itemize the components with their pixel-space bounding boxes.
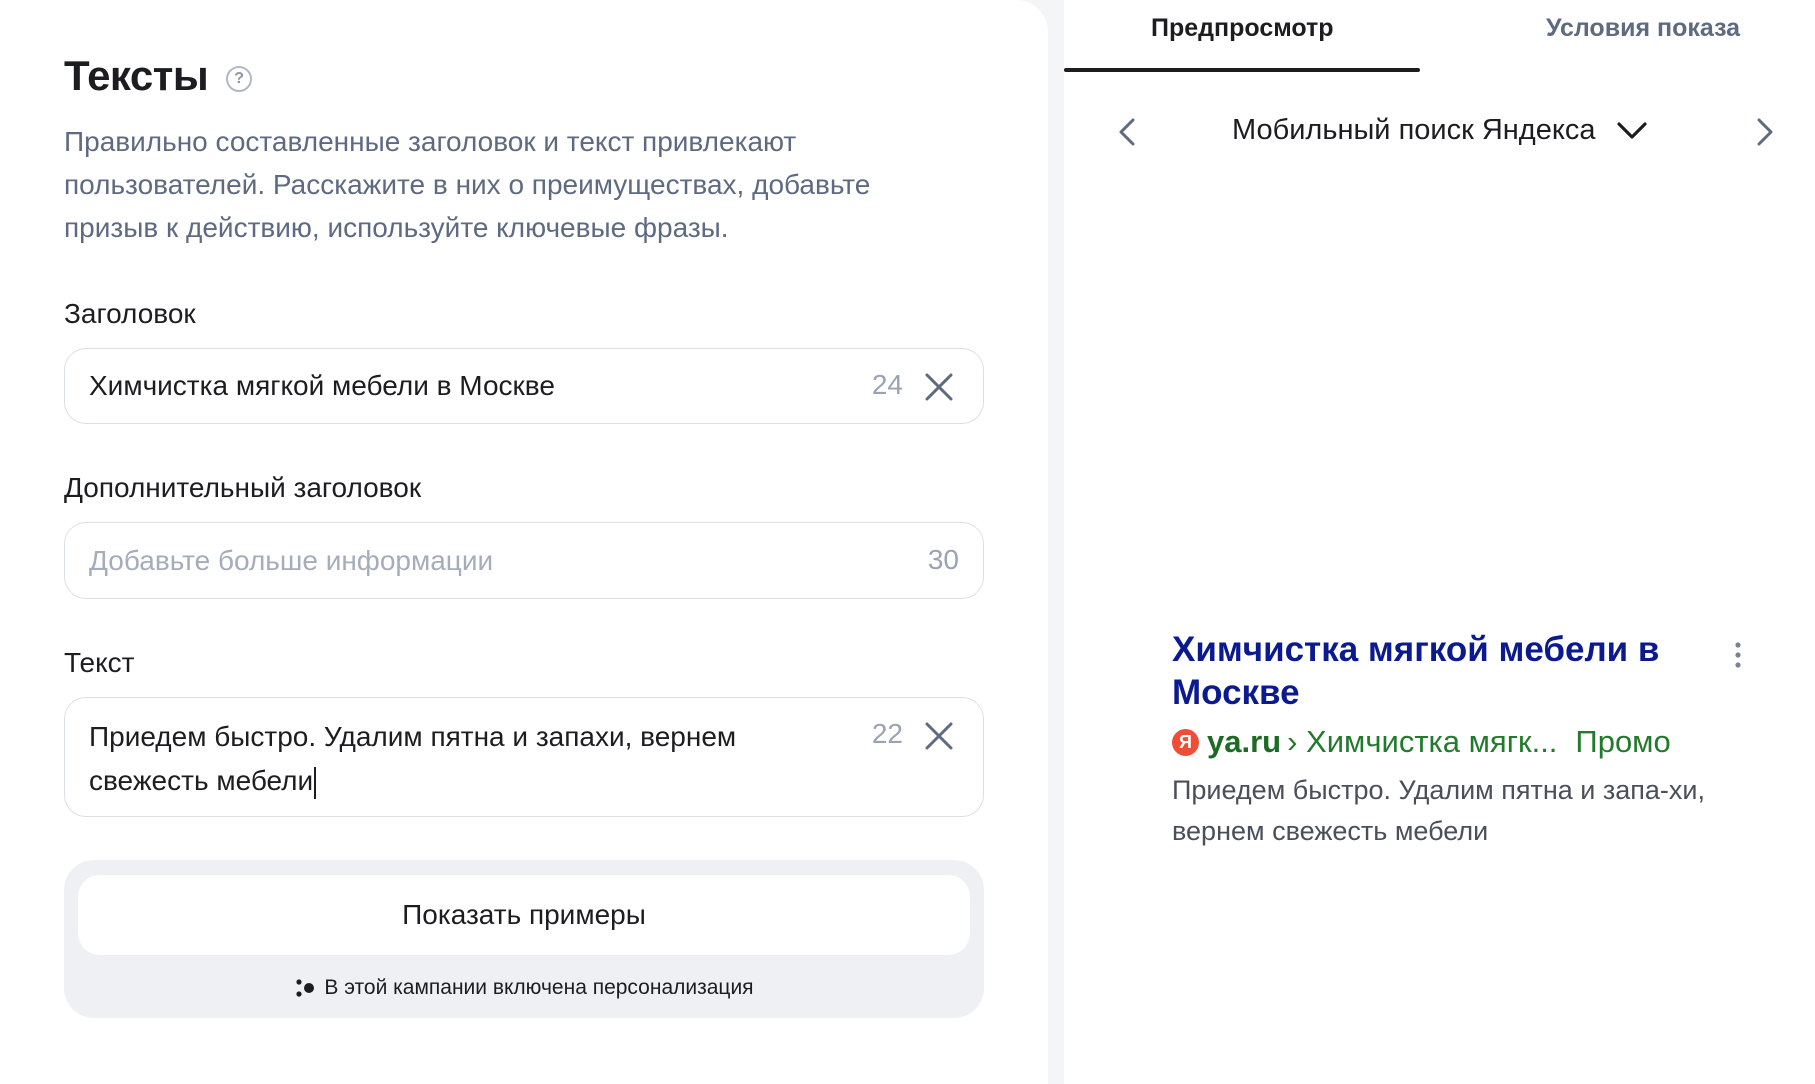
- ad-promo-badge: Промо: [1575, 724, 1671, 759]
- personalization-text: В этой кампании включена персонализация: [324, 976, 754, 999]
- extra-headline-input[interactable]: Добавьте больше информации 30: [64, 522, 984, 599]
- next-device-button[interactable]: [1744, 112, 1784, 152]
- text-value[interactable]: Приедем быстро. Удалим пятна и запахи, в…: [89, 715, 783, 803]
- active-tab-indicator: [1064, 68, 1420, 72]
- personalization-icon: [296, 979, 315, 997]
- extra-headline-label: Дополнительный заголовок: [64, 472, 422, 503]
- headline-char-counter: 24: [871, 369, 903, 400]
- question-circle-icon[interactable]: ?: [226, 66, 253, 92]
- ad-title-link[interactable]: Химчистка мягкой мебели в Москве: [1172, 628, 1692, 714]
- chevron-right-icon: [1757, 118, 1773, 146]
- section-title: Тексты: [64, 52, 209, 99]
- headline-value[interactable]: Химчистка мягкой мебели в Москве: [89, 364, 833, 408]
- preview-tabs: Предпросмотр Условия показа: [1064, 0, 1815, 74]
- section-header: Тексты ?: [64, 52, 253, 100]
- chevron-left-icon: [1119, 118, 1135, 146]
- yandex-logo-icon: Я: [1172, 728, 1199, 756]
- text-cursor: [314, 766, 317, 799]
- show-examples-button[interactable]: Показать примеры: [78, 875, 970, 955]
- more-vertical-icon: [1735, 642, 1741, 668]
- headline-clear-button[interactable]: [923, 371, 955, 403]
- text-clear-button[interactable]: [923, 720, 955, 752]
- ad-url-line: Я ya.ru › Химчистка мягк... Промо: [1172, 724, 1752, 760]
- headline-label: Заголовок: [64, 298, 196, 329]
- tab-display-conditions[interactable]: Условия показа: [1546, 14, 1740, 43]
- text-label: Текст: [64, 647, 135, 678]
- device-select[interactable]: Мобильный поиск Яндекса: [1232, 114, 1648, 147]
- ad-domain[interactable]: ya.ru: [1207, 724, 1281, 760]
- preview-panel: Предпросмотр Условия показа Мобильный по…: [1064, 0, 1815, 1084]
- prev-device-button[interactable]: [1108, 112, 1148, 152]
- personalization-note: В этой кампании включена персонализация: [64, 976, 984, 1000]
- ad-body-text: Приедем быстро. Удалим пятна и запа-хи, …: [1172, 775, 1705, 846]
- device-select-label: Мобильный поиск Яндекса: [1232, 114, 1596, 146]
- section-description: Правильно составленные заголовок и текст…: [64, 126, 871, 243]
- headline-input[interactable]: Химчистка мягкой мебели в Москве 24: [64, 348, 984, 424]
- ad-preview-card: Химчистка мягкой мебели в Москве Я ya.ru…: [1172, 628, 1752, 852]
- text-textarea[interactable]: Приедем быстро. Удалим пятна и запахи, в…: [64, 697, 984, 817]
- ad-more-menu[interactable]: [1732, 640, 1744, 672]
- extra-headline-placeholder[interactable]: Добавьте больше информации: [89, 539, 833, 583]
- ad-path: › Химчистка мягк...: [1287, 724, 1558, 759]
- text-value-content: Приедем быстро. Удалим пятна и запахи, в…: [89, 721, 737, 796]
- close-icon: [925, 373, 953, 401]
- close-icon: [925, 722, 953, 750]
- ad-texts-form: Тексты ? Правильно составленные заголово…: [0, 0, 1048, 1084]
- device-switcher: Мобильный поиск Яндекса: [1064, 108, 1815, 158]
- chevron-down-icon: [1616, 121, 1647, 139]
- extra-headline-char-counter: 30: [927, 544, 959, 575]
- tab-preview[interactable]: Предпросмотр: [1151, 14, 1334, 43]
- examples-panel: Показать примеры В этой кампании включен…: [64, 860, 984, 1018]
- text-char-counter: 22: [871, 718, 903, 749]
